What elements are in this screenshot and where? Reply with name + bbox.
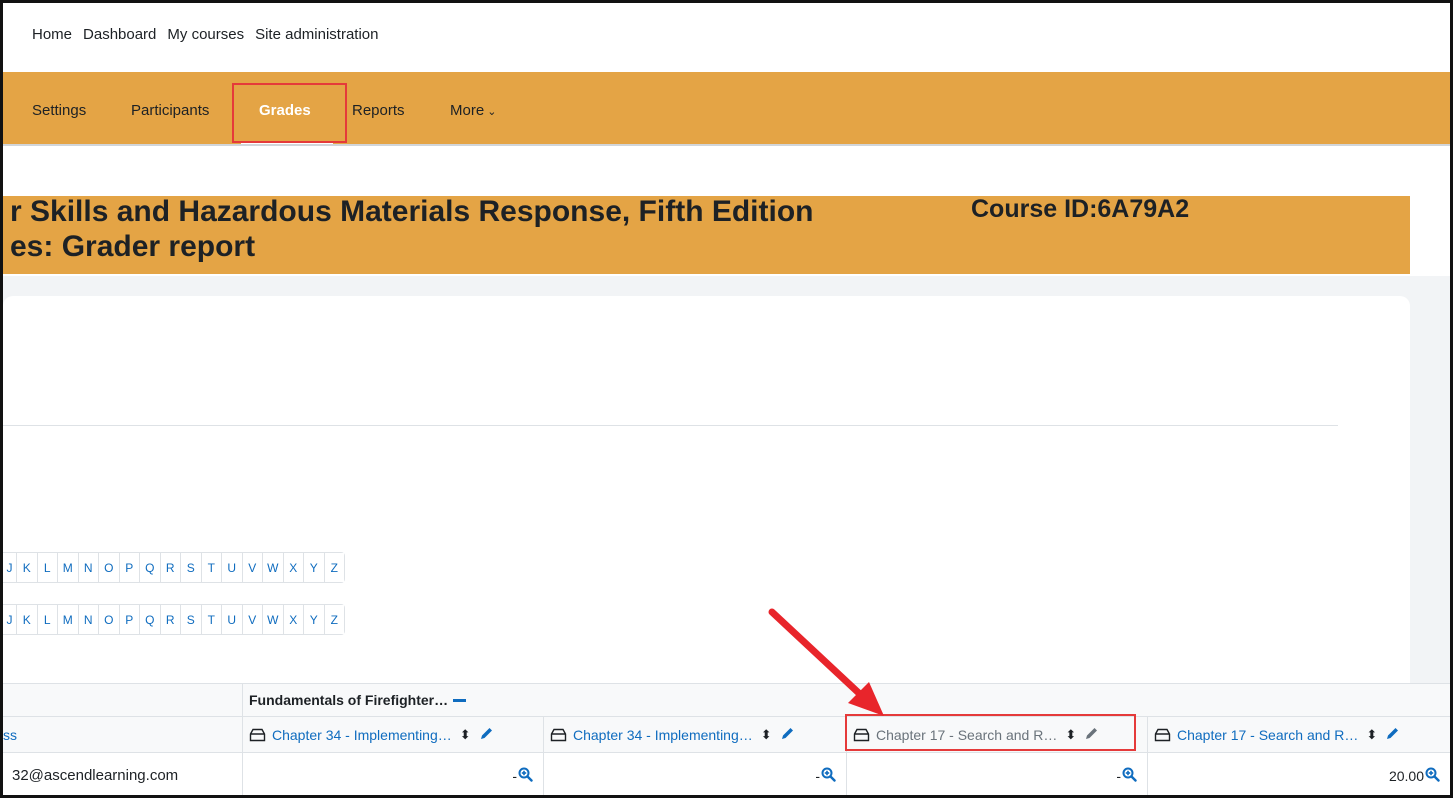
course-id: Course ID:6A79A2: [971, 195, 1190, 223]
grade-value: -: [512, 767, 517, 784]
initial-filter-v[interactable]: V: [241, 605, 262, 634]
hidden-item-highlight: [845, 714, 1136, 751]
initial-filter-x[interactable]: X: [282, 605, 303, 634]
initial-filter-z[interactable]: Z: [323, 553, 344, 582]
grade-item-header: Chapter 34 - Implementing… ⬍: [543, 717, 846, 752]
email-column-header[interactable]: ss: [3, 717, 242, 752]
sort-icon[interactable]: ⬍: [1366, 727, 1377, 743]
grade-value: -: [815, 767, 820, 784]
nav-my-courses[interactable]: My courses: [167, 26, 244, 43]
initial-filter-k[interactable]: K: [16, 605, 37, 634]
tab-settings[interactable]: Settings: [32, 102, 86, 119]
nav-home[interactable]: Home: [32, 26, 72, 43]
category-header-row: Fundamentals of Firefighter…: [3, 683, 1450, 717]
grade-cell[interactable]: -: [242, 753, 543, 798]
initial-filter-m[interactable]: M: [57, 605, 78, 634]
zoom-in-icon[interactable]: [1122, 767, 1137, 785]
nav-dashboard[interactable]: Dashboard: [83, 26, 156, 43]
first-name-initials-bar: JKLMNOPQRSTUVWXYZ: [3, 552, 345, 583]
top-navigation: Home Dashboard My courses Site administr…: [0, 0, 1453, 72]
initial-filter-o[interactable]: O: [98, 605, 119, 634]
grade-item-link[interactable]: Chapter 34 - Implementing…: [573, 727, 753, 743]
chevron-down-icon: ⌄: [487, 106, 497, 118]
initial-filter-q[interactable]: Q: [139, 605, 160, 634]
tab-more-label: More: [450, 102, 485, 119]
zoom-in-icon[interactable]: [518, 767, 533, 785]
initial-filter-r[interactable]: R: [159, 605, 180, 634]
grade-item-link[interactable]: Chapter 17 - Search and R…: [1177, 727, 1358, 743]
initial-filter-j[interactable]: J: [3, 553, 16, 582]
initial-filter-n[interactable]: N: [77, 553, 98, 582]
grade-cell[interactable]: 20.00: [1147, 753, 1450, 798]
user-email: 32@ascendlearning.com: [12, 767, 179, 784]
initial-filter-t[interactable]: T: [200, 553, 221, 582]
course-secondary-nav: Settings Participants Grades Reports Mor…: [3, 72, 1450, 146]
initial-filter-u[interactable]: U: [221, 553, 242, 582]
grader-report-table: Fundamentals of Firefighter… ss Chapter …: [3, 683, 1450, 798]
initial-filter-l[interactable]: L: [36, 605, 57, 634]
initial-filter-z[interactable]: Z: [323, 605, 344, 634]
pencil-icon[interactable]: [780, 726, 795, 744]
initial-filter-w[interactable]: W: [262, 605, 283, 634]
initial-filter-y[interactable]: Y: [303, 553, 324, 582]
initial-filter-j[interactable]: J: [3, 605, 16, 634]
initial-filter-p[interactable]: P: [118, 553, 139, 582]
table-row: 32@ascendlearning.com - - - 20.00: [3, 753, 1450, 798]
tab-more[interactable]: More ⌄: [450, 102, 496, 119]
initial-filter-y[interactable]: Y: [303, 605, 324, 634]
category-header-cell: Fundamentals of Firefighter…: [242, 684, 1450, 716]
grade-item-header: Chapter 34 - Implementing… ⬍: [242, 717, 543, 752]
page-title: es: Grader report: [10, 230, 256, 263]
initial-filter-x[interactable]: X: [282, 553, 303, 582]
assignment-icon: [1154, 728, 1171, 742]
initial-filter-s[interactable]: S: [180, 553, 201, 582]
collapse-icon[interactable]: [453, 698, 467, 702]
assignment-icon: [249, 728, 266, 742]
initial-filter-l[interactable]: L: [36, 553, 57, 582]
initial-filter-k[interactable]: K: [16, 553, 37, 582]
pencil-icon[interactable]: [1385, 726, 1400, 744]
sort-icon[interactable]: ⬍: [761, 727, 772, 743]
sort-icon[interactable]: ⬍: [460, 727, 471, 743]
last-name-initials-bar: JKLMNOPQRSTUVWXYZ: [3, 604, 345, 635]
grade-value: -: [1116, 767, 1121, 784]
initial-filter-p[interactable]: P: [118, 605, 139, 634]
grade-items-header-row: ss Chapter 34 - Implementing… ⬍ Chapter 3…: [3, 717, 1450, 753]
initial-filter-q[interactable]: Q: [139, 553, 160, 582]
primary-nav: Home Dashboard My courses Site administr…: [32, 26, 379, 43]
page-header: r Skills and Hazardous Materials Respons…: [3, 195, 1410, 274]
initial-filter-u[interactable]: U: [221, 605, 242, 634]
initial-filter-s[interactable]: S: [180, 605, 201, 634]
grades-tab-highlight: [232, 83, 347, 143]
initial-filter-v[interactable]: V: [241, 553, 262, 582]
category-name[interactable]: Fundamentals of Firefighter…: [249, 692, 448, 708]
zoom-in-icon[interactable]: [1425, 767, 1440, 785]
grade-cell[interactable]: -: [543, 753, 846, 798]
initial-filter-n[interactable]: N: [77, 605, 98, 634]
tab-reports[interactable]: Reports: [352, 102, 405, 119]
zoom-in-icon[interactable]: [821, 767, 836, 785]
grade-item-header: Chapter 17 - Search and R… ⬍: [1147, 717, 1450, 752]
grade-value: 20.00: [1388, 767, 1424, 784]
grade-cell[interactable]: -: [846, 753, 1147, 798]
initial-filter-t[interactable]: T: [200, 605, 221, 634]
content-divider: [3, 425, 1338, 426]
pencil-icon[interactable]: [479, 726, 494, 744]
initial-filter-r[interactable]: R: [159, 553, 180, 582]
grade-item-link[interactable]: Chapter 34 - Implementing…: [272, 727, 452, 743]
assignment-icon: [550, 728, 567, 742]
content-card: [3, 296, 1410, 696]
nav-site-administration[interactable]: Site administration: [255, 26, 378, 43]
initial-filter-m[interactable]: M: [57, 553, 78, 582]
tab-participants[interactable]: Participants: [131, 102, 209, 119]
initial-filter-o[interactable]: O: [98, 553, 119, 582]
initial-filter-w[interactable]: W: [262, 553, 283, 582]
